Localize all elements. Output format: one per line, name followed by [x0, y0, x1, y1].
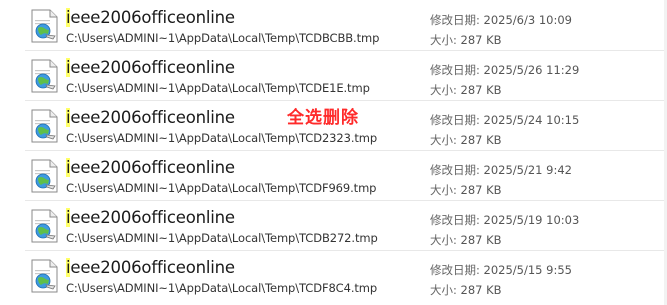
- result-title: ieee2006officeonline: [66, 258, 235, 277]
- internet-shortcut-file-icon: [31, 9, 58, 43]
- result-modified-date: 修改日期: 2025/5/21 9:42: [430, 162, 572, 178]
- size-value: 287 KB: [460, 33, 502, 47]
- modified-date-value: 2025/5/24 10:15: [483, 113, 580, 127]
- row-divider: [25, 250, 667, 251]
- result-path: C:\Users\ADMINI~1\AppData\Local\Temp\TCD…: [66, 131, 378, 145]
- size-label: 大小:: [430, 233, 457, 247]
- result-size: 大小: 287 KB: [430, 182, 502, 198]
- row-divider: [25, 200, 667, 201]
- modified-date-label: 修改日期:: [430, 163, 480, 177]
- modified-date-label: 修改日期:: [430, 13, 480, 27]
- modified-date-value: 2025/5/21 9:42: [483, 163, 572, 177]
- result-title: ieee2006officeonline: [66, 158, 235, 177]
- result-size: 大小: 287 KB: [430, 82, 502, 98]
- result-title-text: eee2006officeonline: [70, 208, 235, 227]
- result-row[interactable]: ieee2006officeonline C:\Users\ADMINI~1\A…: [0, 250, 667, 300]
- internet-shortcut-file-icon: [31, 109, 58, 143]
- size-value: 287 KB: [460, 283, 502, 297]
- result-size: 大小: 287 KB: [430, 132, 502, 148]
- result-row[interactable]: ieee2006officeonline C:\Users\ADMINI~1\A…: [0, 200, 667, 250]
- size-label: 大小:: [430, 133, 457, 147]
- result-modified-date: 修改日期: 2025/5/24 10:15: [430, 112, 579, 128]
- result-size: 大小: 287 KB: [430, 32, 502, 48]
- row-divider: [25, 100, 667, 101]
- result-modified-date: 修改日期: 2025/5/26 11:29: [430, 62, 579, 78]
- result-modified-date: 修改日期: 2025/6/3 10:09: [430, 12, 572, 28]
- result-title-text: eee2006officeonline: [70, 58, 235, 77]
- result-title-text: eee2006officeonline: [70, 158, 235, 177]
- result-title-text: eee2006officeonline: [70, 8, 235, 27]
- result-title: ieee2006officeonline: [66, 108, 235, 127]
- result-path: C:\Users\ADMINI~1\AppData\Local\Temp\TCD…: [66, 231, 378, 245]
- internet-shortcut-file-icon: [31, 259, 58, 293]
- size-label: 大小:: [430, 283, 457, 297]
- modified-date-value: 2025/5/19 10:03: [483, 213, 580, 227]
- size-label: 大小:: [430, 33, 457, 47]
- result-path: C:\Users\ADMINI~1\AppData\Local\Temp\TCD…: [66, 181, 377, 195]
- result-path: C:\Users\ADMINI~1\AppData\Local\Temp\TCD…: [66, 31, 380, 45]
- internet-shortcut-file-icon: [31, 159, 58, 193]
- result-modified-date: 修改日期: 2025/5/19 10:03: [430, 212, 579, 228]
- modified-date-label: 修改日期:: [430, 113, 480, 127]
- result-title: ieee2006officeonline: [66, 58, 235, 77]
- modified-date-label: 修改日期:: [430, 263, 480, 277]
- row-divider: [25, 50, 667, 51]
- result-path: C:\Users\ADMINI~1\AppData\Local\Temp\TCD…: [66, 281, 378, 295]
- internet-shortcut-file-icon: [31, 209, 58, 243]
- result-path: C:\Users\ADMINI~1\AppData\Local\Temp\TCD…: [66, 81, 370, 95]
- result-title-text: eee2006officeonline: [70, 258, 235, 277]
- result-title: ieee2006officeonline: [66, 8, 235, 27]
- result-modified-date: 修改日期: 2025/5/15 9:55: [430, 262, 572, 278]
- select-all-delete-annotation: 全选删除: [287, 108, 359, 128]
- modified-date-value: 2025/5/15 9:55: [483, 263, 572, 277]
- size-value: 287 KB: [460, 183, 502, 197]
- size-label: 大小:: [430, 183, 457, 197]
- size-value: 287 KB: [460, 133, 502, 147]
- result-row[interactable]: ieee2006officeonline C:\Users\ADMINI~1\A…: [0, 50, 667, 100]
- result-size: 大小: 287 KB: [430, 232, 502, 248]
- modified-date-label: 修改日期:: [430, 63, 480, 77]
- row-divider: [25, 150, 667, 151]
- modified-date-value: 2025/5/26 11:29: [483, 63, 580, 77]
- size-label: 大小:: [430, 83, 457, 97]
- result-size: 大小: 287 KB: [430, 282, 502, 298]
- modified-date-label: 修改日期:: [430, 213, 480, 227]
- search-results-list: ieee2006officeonline C:\Users\ADMINI~1\A…: [0, 0, 667, 305]
- size-value: 287 KB: [460, 233, 502, 247]
- result-title-text: eee2006officeonline: [70, 108, 235, 127]
- internet-shortcut-file-icon: [31, 59, 58, 93]
- result-row[interactable]: ieee2006officeonline C:\Users\ADMINI~1\A…: [0, 0, 667, 50]
- result-title: ieee2006officeonline: [66, 208, 235, 227]
- modified-date-value: 2025/6/3 10:09: [483, 13, 572, 27]
- result-row[interactable]: ieee2006officeonline C:\Users\ADMINI~1\A…: [0, 150, 667, 200]
- size-value: 287 KB: [460, 83, 502, 97]
